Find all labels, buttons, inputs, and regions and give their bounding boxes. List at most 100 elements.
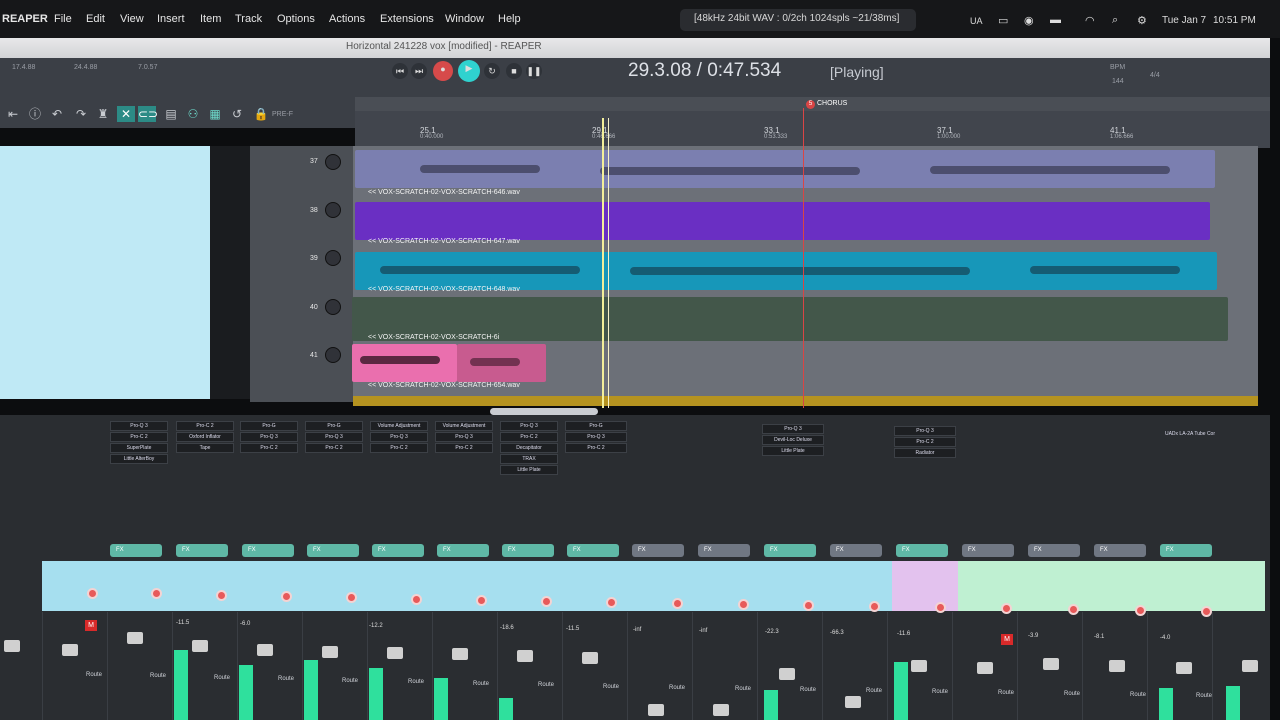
mute-button[interactable]: M [85, 620, 97, 631]
snap-icon[interactable]: ⚇ [184, 106, 202, 122]
playhead-cursor[interactable] [602, 118, 604, 408]
fx-slot[interactable]: Pro-C 2 [110, 432, 168, 442]
route-button[interactable]: Route [1130, 692, 1146, 698]
fx-slot[interactable]: UADx LA-2A Tube Cor [1155, 430, 1225, 440]
volume-fader[interactable] [713, 704, 729, 716]
record-arm-button[interactable] [216, 590, 227, 601]
fx-toggle-button[interactable]: FX [372, 544, 424, 557]
record-arm-button[interactable] [281, 591, 292, 602]
record-arm-button[interactable] [1068, 604, 1079, 615]
fx-toggle-button[interactable]: FX [896, 544, 948, 557]
track-item-strip[interactable] [353, 396, 1258, 406]
volume-fader[interactable] [1242, 660, 1258, 672]
metronome-icon[interactable]: ♜ [94, 106, 112, 122]
fx-slot[interactable]: Pro-C 2 [176, 421, 234, 431]
route-button[interactable]: Route [538, 682, 554, 688]
record-arm-button[interactable] [869, 601, 880, 612]
record-button[interactable]: ● [433, 61, 453, 81]
volume-fader[interactable] [648, 704, 664, 716]
menu-window[interactable]: Window [445, 13, 484, 25]
menu-help[interactable]: Help [498, 13, 521, 25]
menu-view[interactable]: View [120, 13, 144, 25]
record-arm-button[interactable] [411, 594, 422, 605]
redo-icon[interactable]: ↷ [72, 106, 90, 122]
fx-slot[interactable]: Oxford Inflator [176, 432, 234, 442]
display-icon[interactable]: ▭ [998, 14, 1008, 27]
route-button[interactable]: Route [408, 679, 424, 685]
menu-insert[interactable]: Insert [157, 13, 185, 25]
fx-toggle-button[interactable]: FX [176, 544, 228, 557]
volume-fader[interactable] [582, 652, 598, 664]
volume-fader[interactable] [911, 660, 927, 672]
fx-toggle-button[interactable]: FX [830, 544, 882, 557]
fx-slot[interactable]: Pro-Q 3 [370, 432, 428, 442]
wifi-icon[interactable]: ◠ [1085, 14, 1095, 27]
record-arm-button[interactable] [346, 592, 357, 603]
record-arm-button[interactable] [151, 588, 162, 599]
fx-toggle-button[interactable]: FX [110, 544, 162, 557]
fx-slot[interactable]: Little AlterBoy [110, 454, 168, 464]
fx-slot[interactable]: Pro-Q 3 [894, 426, 956, 436]
route-button[interactable]: Route [998, 690, 1014, 696]
fx-slot[interactable]: Pro-Q 3 [240, 432, 298, 442]
fx-slot[interactable]: SuperPlate [110, 443, 168, 453]
route-button[interactable]: Route [214, 675, 230, 681]
search-icon[interactable]: ⌕ [1112, 14, 1118, 27]
go-end-button[interactable]: ⏭ [411, 63, 427, 79]
volume-fader[interactable] [62, 644, 78, 656]
volume-fader[interactable] [517, 650, 533, 662]
route-button[interactable]: Route [1064, 691, 1080, 697]
record-arm-button[interactable] [1135, 605, 1146, 616]
trim-icon[interactable]: ⇤ [4, 106, 22, 122]
fx-slot[interactable]: Volume Adjustment [435, 421, 493, 431]
input-source[interactable]: UA [970, 16, 983, 26]
record-arm-button[interactable] [803, 600, 814, 611]
menu-edit[interactable]: Edit [86, 13, 105, 25]
track-volume-knob[interactable] [325, 250, 341, 266]
fx-slot[interactable]: Devil-Loc Deluxe [762, 435, 824, 445]
record-arm-button[interactable] [1201, 606, 1212, 617]
fx-toggle-button[interactable]: FX [1028, 544, 1080, 557]
go-start-button[interactable]: ⏮ [392, 63, 408, 79]
fx-slot[interactable]: Volume Adjustment [370, 421, 428, 431]
fx-toggle-button[interactable]: FX [764, 544, 816, 557]
bpm-value[interactable]: 144 [1112, 78, 1124, 85]
fx-slot[interactable]: Pro-Q 3 [762, 424, 824, 434]
menu-file[interactable]: File [54, 13, 72, 25]
route-button[interactable]: Route [1196, 693, 1212, 699]
grid-icon[interactable]: ▤ [162, 106, 180, 122]
mute-button[interactable]: M [1001, 634, 1013, 645]
clock-time[interactable]: 10:51 PM [1213, 15, 1256, 26]
app-menu[interactable]: REAPER [2, 13, 48, 25]
volume-fader[interactable] [779, 668, 795, 680]
fx-slot[interactable]: Pro-C 2 [435, 443, 493, 453]
fx-toggle-button[interactable]: FX [1160, 544, 1212, 557]
menu-extensions[interactable]: Extensions [380, 13, 434, 25]
volume-fader[interactable] [977, 662, 993, 674]
volume-fader[interactable] [4, 640, 20, 652]
fx-toggle-button[interactable]: FX [962, 544, 1014, 557]
horizontal-scrollbar[interactable] [490, 408, 598, 415]
record-arm-button[interactable] [606, 597, 617, 608]
auto-crossfade-icon[interactable]: ↺ [228, 106, 246, 122]
fx-slot[interactable]: Pro-C 2 [565, 443, 627, 453]
undo-icon[interactable]: ↶ [48, 106, 66, 122]
fx-slot[interactable]: Pro-Q 3 [435, 432, 493, 442]
route-button[interactable]: Route [800, 687, 816, 693]
fx-toggle-button[interactable]: FX [307, 544, 359, 557]
fx-slot[interactable]: Pro-G [305, 421, 363, 431]
fx-toggle-button[interactable]: FX [437, 544, 489, 557]
region-marker[interactable]: 5 CHORUS [806, 100, 847, 109]
fx-slot[interactable]: Pro-Q 3 [305, 432, 363, 442]
volume-fader[interactable] [1176, 662, 1192, 674]
time-signature[interactable]: 4/4 [1150, 72, 1160, 79]
fx-slot[interactable]: Pro-C 2 [240, 443, 298, 453]
route-button[interactable]: Route [86, 672, 102, 678]
volume-fader[interactable] [322, 646, 338, 658]
fx-slot[interactable]: Pro-C 2 [500, 432, 558, 442]
volume-fader[interactable] [387, 647, 403, 659]
route-button[interactable]: Route [278, 676, 294, 682]
link-icon[interactable]: ⊂⊃ [138, 106, 158, 122]
fx-slot[interactable]: Little Plate [762, 446, 824, 456]
fx-toggle-button[interactable]: FX [502, 544, 554, 557]
